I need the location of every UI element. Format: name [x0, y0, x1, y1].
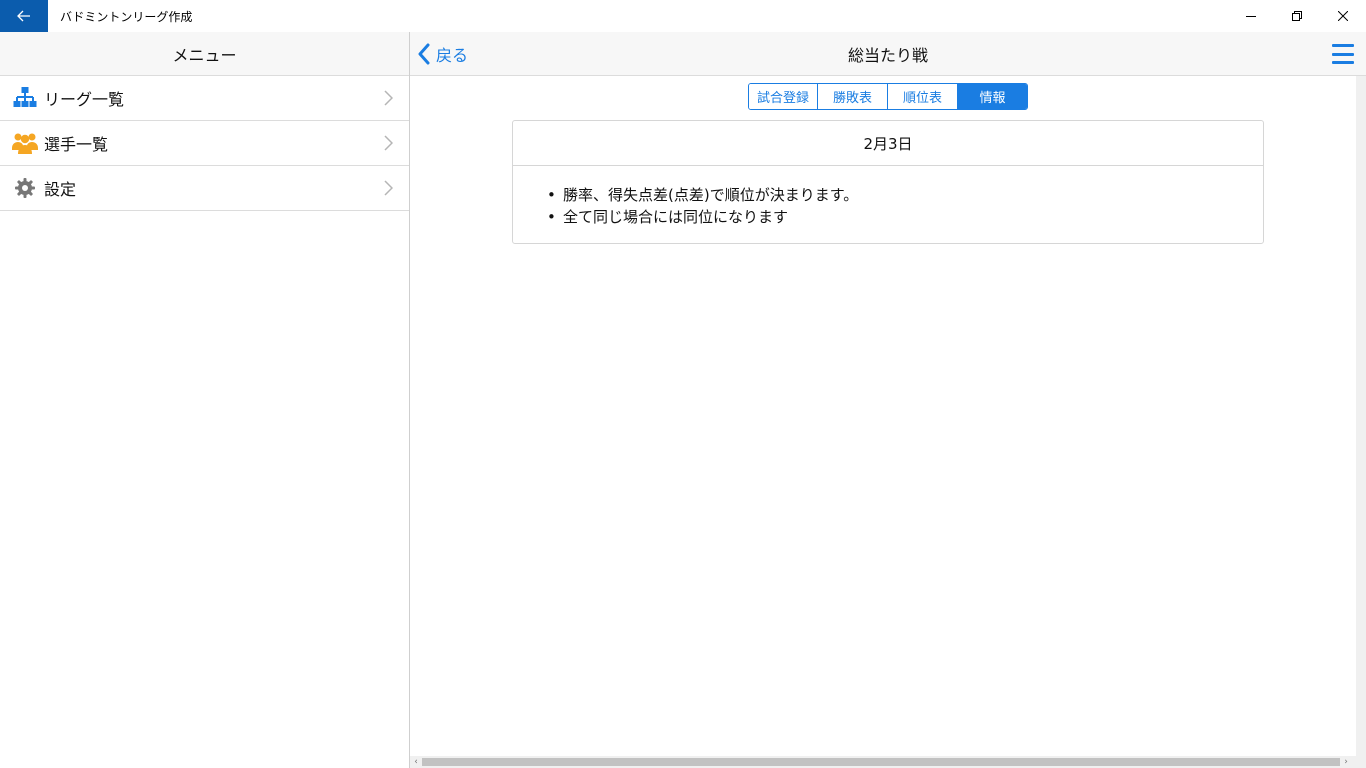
back-button[interactable]: 戻る — [418, 32, 468, 76]
users-icon — [12, 131, 38, 155]
horizontal-scrollbar[interactable]: ‹ › — [410, 756, 1366, 768]
sidebar-title: メニュー — [0, 32, 409, 76]
vertical-scrollbar[interactable] — [1356, 76, 1366, 756]
restore-icon — [1292, 11, 1302, 21]
info-card-body: • 勝率、得失点差(点差)で順位が決まります。 • 全て同じ場合には同位になりま… — [513, 166, 1263, 228]
tab-info[interactable]: 情報 — [958, 84, 1027, 109]
info-card: 2月3日 • 勝率、得失点差(点差)で順位が決まります。 • 全て同じ場合には同… — [512, 120, 1264, 244]
scroll-left-icon[interactable]: ‹ — [410, 756, 422, 768]
tab-win-loss-table[interactable]: 勝敗表 — [818, 84, 888, 109]
arrow-left-icon — [17, 10, 30, 22]
restore-button[interactable] — [1274, 0, 1320, 32]
page-title: 総当たり戦 — [847, 46, 928, 65]
scroll-right-icon[interactable]: › — [1340, 756, 1352, 768]
list-item: • 全て同じ場合には同位になります — [547, 206, 1263, 228]
chevron-right-icon — [384, 180, 393, 196]
hamburger-menu-button[interactable] — [1332, 44, 1354, 64]
title-bar: バドミントンリーグ作成 — [0, 0, 1366, 32]
info-card-date: 2月3日 — [513, 121, 1263, 166]
scrollbar-thumb[interactable] — [422, 758, 1340, 766]
minimize-button[interactable] — [1228, 0, 1274, 32]
window-controls — [1228, 0, 1366, 32]
chevron-left-icon — [418, 43, 430, 65]
close-icon — [1338, 11, 1348, 21]
window-back-button[interactable] — [0, 0, 48, 32]
tab-standings[interactable]: 順位表 — [888, 84, 958, 109]
gear-icon — [12, 176, 38, 200]
sitemap-icon — [12, 86, 38, 110]
sidebar-item-settings[interactable]: 設定 — [0, 166, 409, 211]
chevron-right-icon — [384, 90, 393, 106]
list-item: • 勝率、得失点差(点差)で順位が決まります。 — [547, 184, 1263, 206]
hamburger-icon — [1332, 44, 1354, 47]
bullet-icon: • — [547, 186, 556, 204]
sidebar-item-label: 設定 — [44, 180, 77, 199]
app-window: バドミントンリーグ作成 メニュー リーグ一覧 選手一覧 設定 戻る 総当たり戦 … — [0, 0, 1366, 768]
close-button[interactable] — [1320, 0, 1366, 32]
list-item-text: 全て同じ場合には同位になります — [563, 208, 789, 226]
bullet-icon: • — [547, 208, 556, 226]
main-header: 戻る 総当たり戦 — [410, 32, 1366, 76]
sidebar-item-player-list[interactable]: 選手一覧 — [0, 121, 409, 166]
app-title: バドミントンリーグ作成 — [60, 9, 193, 24]
minimize-icon — [1246, 16, 1256, 17]
tab-bar: 試合登録 勝敗表 順位表 情報 — [748, 83, 1028, 110]
list-item-text: 勝率、得失点差(点差)で順位が決まります。 — [563, 186, 859, 204]
back-button-label: 戻る — [436, 46, 469, 65]
sidebar: メニュー リーグ一覧 選手一覧 設定 — [0, 32, 410, 768]
tab-match-registration[interactable]: 試合登録 — [749, 84, 818, 109]
sidebar-item-league-list[interactable]: リーグ一覧 — [0, 76, 409, 121]
hamburger-icon — [1332, 52, 1354, 56]
hamburger-icon — [1332, 61, 1354, 64]
chevron-right-icon — [384, 135, 393, 151]
sidebar-item-label: 選手一覧 — [44, 135, 109, 154]
sidebar-item-label: リーグ一覧 — [44, 90, 125, 109]
